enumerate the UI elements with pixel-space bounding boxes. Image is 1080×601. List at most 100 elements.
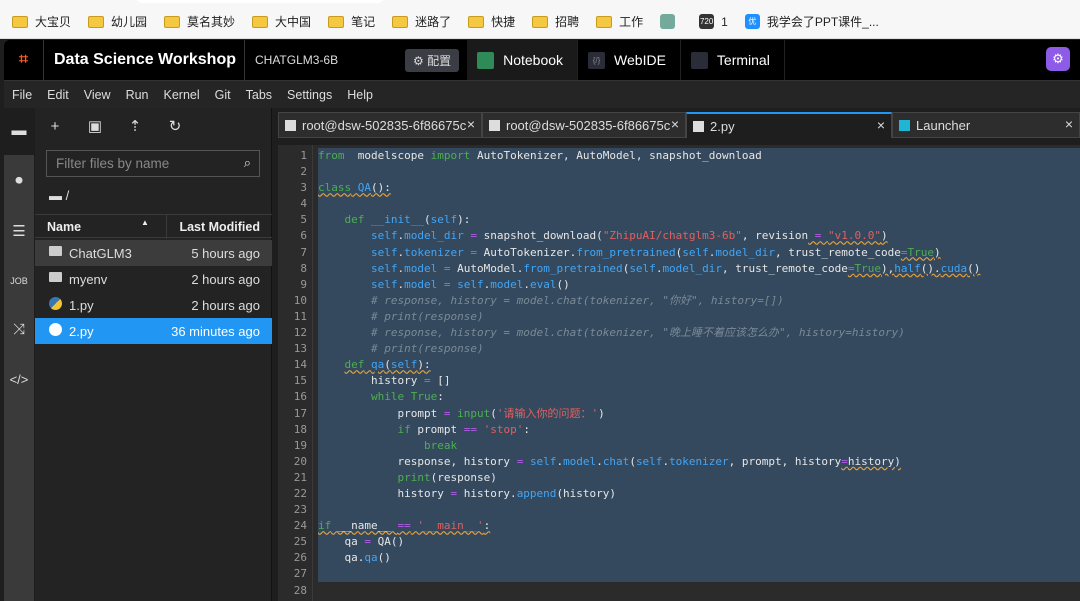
file-row[interactable]: ChatGLM3 5 hours ago [35, 240, 272, 266]
line-number: 7 [300, 245, 307, 259]
code-icon: {/} [588, 51, 606, 69]
bookmark-label: 快捷 [491, 15, 516, 29]
job-icon[interactable]: JOB [4, 276, 34, 286]
line-number: 15 [293, 374, 307, 388]
menu-bar: File Edit View Run Kernel Git Tabs Settings Help [4, 80, 1080, 108]
code-token: class [318, 181, 352, 195]
new-folder-icon[interactable]: ▣ [75, 117, 115, 135]
bookmark-item[interactable]: 720 1 [699, 13, 728, 30]
bookmark-item[interactable]: 大宝贝 [12, 13, 71, 30]
code-token: if [397, 422, 411, 436]
close-icon[interactable]: × [1065, 116, 1073, 132]
dsw-logo-icon[interactable]: ⌗ [4, 40, 44, 80]
code-editor[interactable]: 1 from modelscope import AutoTokenizer, A… [278, 145, 1080, 601]
close-icon[interactable]: × [877, 117, 885, 133]
code-token: QA [357, 181, 371, 195]
code-line: 7 self.tokenizer = AutoTokenizer.from_pr… [278, 245, 980, 261]
menu-edit[interactable]: Edit [47, 88, 69, 102]
code-token: ( [490, 406, 497, 420]
refresh-icon[interactable]: ↻ [155, 117, 195, 135]
column-last-modified[interactable]: Last Modified [169, 220, 260, 234]
filter-input[interactable]: Filter files by name ⌕ [46, 150, 260, 177]
line-text: def __init__(self): [318, 212, 471, 228]
bookmark-item[interactable]: 工作 [596, 13, 643, 30]
tab-label: root@dsw-502835-6f86675c [302, 117, 467, 133]
bookmark-item[interactable]: 优我学会了PPT课件_... [744, 13, 879, 30]
breadcrumb[interactable]: ▬ / [49, 188, 69, 203]
code-token: , revision [741, 229, 809, 243]
avatar[interactable]: ⚙ [1046, 47, 1070, 71]
editor-tab[interactable]: root@dsw-502835-6f86675c × [482, 112, 686, 138]
bookmark-item[interactable]: 迷路了 [392, 13, 451, 30]
new-launcher-icon[interactable]: + [35, 118, 75, 135]
line-number: 3 [300, 181, 307, 195]
bookmark-item[interactable]: 幼儿园 [88, 13, 147, 30]
code-line: 12 # response, history = model.chat(toke… [278, 325, 980, 341]
code-token: self [370, 229, 398, 243]
shuffle-icon[interactable]: ⤨ [4, 321, 34, 338]
folder-icon [49, 246, 62, 256]
code-icon[interactable]: </> [4, 372, 34, 387]
tab-terminal[interactable]: Terminal [681, 40, 785, 80]
menu-help[interactable]: Help [347, 88, 373, 102]
bookmark-item[interactable] [660, 13, 682, 30]
file-name: myenv [69, 272, 108, 287]
code-line: 27 [278, 566, 980, 582]
file-row[interactable]: 1.py 2 hours ago [35, 292, 272, 318]
code-token: qa. [318, 551, 365, 565]
bookmark-item[interactable]: 招聘 [532, 13, 579, 30]
menu-file[interactable]: File [12, 88, 32, 102]
code-token: () [377, 551, 391, 565]
file-row[interactable]: myenv 2 hours ago [35, 266, 272, 292]
file-modified: 2 hours ago [191, 272, 260, 287]
code-token: == [397, 519, 411, 533]
file-row[interactable]: 2.py 36 minutes ago [35, 318, 272, 344]
menu-settings[interactable]: Settings [287, 88, 332, 102]
code-token: from [318, 149, 345, 162]
project-name: CHATGLM3-6B [254, 53, 339, 67]
column-name[interactable]: Name [47, 220, 81, 234]
bookmark-label: 迷路了 [415, 15, 452, 29]
tab-label: 2.py [710, 118, 735, 134]
code-token: "v1.0.0" [828, 229, 881, 243]
code-token: ( [629, 454, 636, 468]
editor-tab[interactable]: root@dsw-502835-6f86675c × [278, 112, 482, 138]
menu-kernel[interactable]: Kernel [164, 88, 200, 102]
tab-notebook[interactable]: Notebook [467, 40, 579, 80]
menu-git[interactable]: Git [215, 88, 231, 102]
code-line: 18 if prompt == 'stop': [278, 422, 980, 438]
list-icon[interactable]: ☰ [4, 222, 34, 240]
address-bar[interactable] [135, 0, 385, 3]
line-text: def qa(self): [318, 357, 431, 373]
menu-run[interactable]: Run [126, 88, 149, 102]
config-button[interactable]: ⚙ 配置 [404, 48, 460, 72]
code-line: 8 self.model = AutoModel.from_pretrained… [278, 261, 980, 277]
editor-tab[interactable]: 2.py × [686, 112, 892, 138]
bookmark-item[interactable]: 大中国 [252, 13, 311, 30]
code-token: self [629, 261, 656, 275]
menu-view[interactable]: View [84, 88, 111, 102]
editor-tab[interactable]: Launcher × [892, 112, 1080, 138]
line-number: 13 [293, 342, 307, 356]
upload-icon[interactable]: ⇡ [115, 117, 155, 135]
bookmark-item[interactable]: 快捷 [468, 13, 515, 30]
line-number: 17 [293, 406, 307, 420]
stop-circle-icon[interactable]: ⏺ [4, 172, 34, 189]
tab-label: Launcher [916, 117, 971, 133]
menu-tabs[interactable]: Tabs [246, 88, 272, 102]
line-number: 19 [293, 438, 307, 452]
bookmark-item[interactable]: 莫名其妙 [164, 13, 235, 30]
close-icon[interactable]: × [467, 116, 475, 132]
bookmark-item[interactable]: 笔记 [328, 13, 375, 30]
code-line: 19 break [278, 438, 980, 454]
folder-icon[interactable]: ▬ [4, 122, 34, 139]
line-text: history = [] [318, 373, 451, 389]
code-token: : [483, 519, 491, 533]
tab-webide[interactable]: {/} WebIDE [578, 40, 681, 80]
close-icon[interactable]: × [671, 116, 679, 132]
